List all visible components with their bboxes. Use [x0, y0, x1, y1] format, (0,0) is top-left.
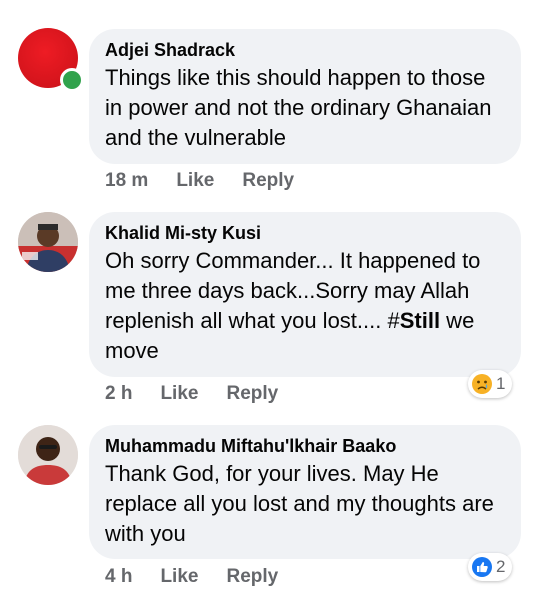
hashtag-bold[interactable]: Still: [400, 308, 440, 333]
like-button[interactable]: Like: [176, 170, 214, 192]
avatar[interactable]: [18, 425, 78, 485]
reply-button[interactable]: Reply: [226, 566, 278, 588]
comment-bubble: Adjei Shadrack Things like this should h…: [89, 29, 521, 164]
thumbs-up-icon: [472, 557, 492, 577]
reaction-count[interactable]: 1: [468, 370, 513, 398]
reaction-count-value: 1: [496, 374, 506, 393]
comment-author[interactable]: Adjei Shadrack: [105, 39, 505, 61]
comment-text: Things like this should happen to those …: [105, 65, 492, 150]
comment-text: Oh sorry Commander... It happened to me …: [105, 246, 505, 366]
comment-actions: 18 m Like Reply: [105, 170, 322, 192]
comment-bubble: Khalid Mi-sty Kusi Oh sorry Commander...…: [89, 212, 521, 377]
avatar[interactable]: [18, 212, 78, 272]
like-button[interactable]: Like: [160, 383, 198, 405]
online-status-icon: [60, 68, 84, 92]
reaction-count-value: 2: [496, 557, 506, 576]
comment-actions: 4 h Like Reply: [105, 566, 306, 588]
reply-button[interactable]: Reply: [242, 170, 294, 192]
comment-actions: 2 h Like Reply: [105, 383, 306, 405]
comment-timestamp[interactable]: 4 h: [105, 566, 132, 588]
reply-button[interactable]: Reply: [226, 383, 278, 405]
comment-text: Thank God, for your lives. May He replac…: [105, 461, 494, 546]
person-photo-icon: [18, 425, 78, 485]
like-button[interactable]: Like: [160, 566, 198, 588]
comment-bubble: Muhammadu Miftahu'lkhair Baako Thank God…: [89, 425, 521, 559]
reaction-count[interactable]: 2: [468, 553, 513, 581]
sad-face-icon: [472, 374, 492, 394]
comment-timestamp[interactable]: 2 h: [105, 383, 132, 405]
person-photo-icon: [18, 212, 78, 272]
comment-author[interactable]: Khalid Mi-sty Kusi: [105, 222, 505, 244]
comment-timestamp[interactable]: 18 m: [105, 170, 148, 192]
comment-author[interactable]: Muhammadu Miftahu'lkhair Baako: [105, 435, 505, 457]
